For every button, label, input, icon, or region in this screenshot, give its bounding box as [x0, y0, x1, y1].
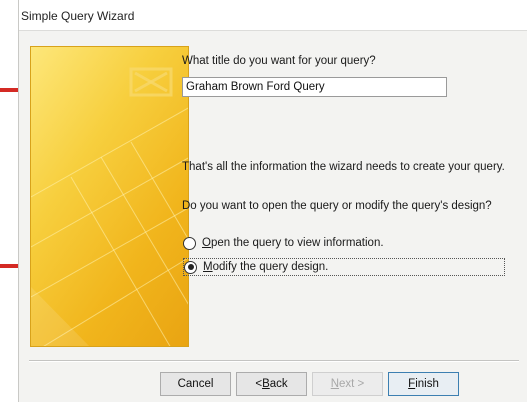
footer-divider — [29, 360, 519, 362]
open-or-modify-question: Do you want to open the query or modify … — [182, 200, 492, 212]
query-title-input[interactable] — [182, 77, 447, 97]
open-query-option[interactable]: Open the query to view information. — [183, 234, 384, 252]
info-text: That's all the information the wizard ne… — [182, 161, 505, 173]
query-title-prompt: What title do you want for your query? — [182, 55, 376, 67]
title-bar: Simple Query Wizard — [19, 0, 527, 31]
window-title: Simple Query Wizard — [21, 9, 135, 23]
back-button[interactable]: < Back — [236, 372, 307, 396]
cancel-button[interactable]: Cancel — [160, 372, 231, 396]
finish-button[interactable]: Finish — [388, 372, 459, 396]
wizard-art-icon — [31, 67, 188, 346]
modify-design-option[interactable]: Modify the query design. — [183, 258, 505, 276]
open-query-radio[interactable] — [183, 236, 196, 250]
modify-design-radio[interactable] — [184, 260, 197, 274]
wizard-illustration — [30, 46, 189, 347]
open-query-label: Open the query to view information. — [202, 237, 384, 249]
modify-design-label: Modify the query design. — [203, 261, 329, 273]
next-button[interactable]: Next > — [312, 372, 383, 396]
